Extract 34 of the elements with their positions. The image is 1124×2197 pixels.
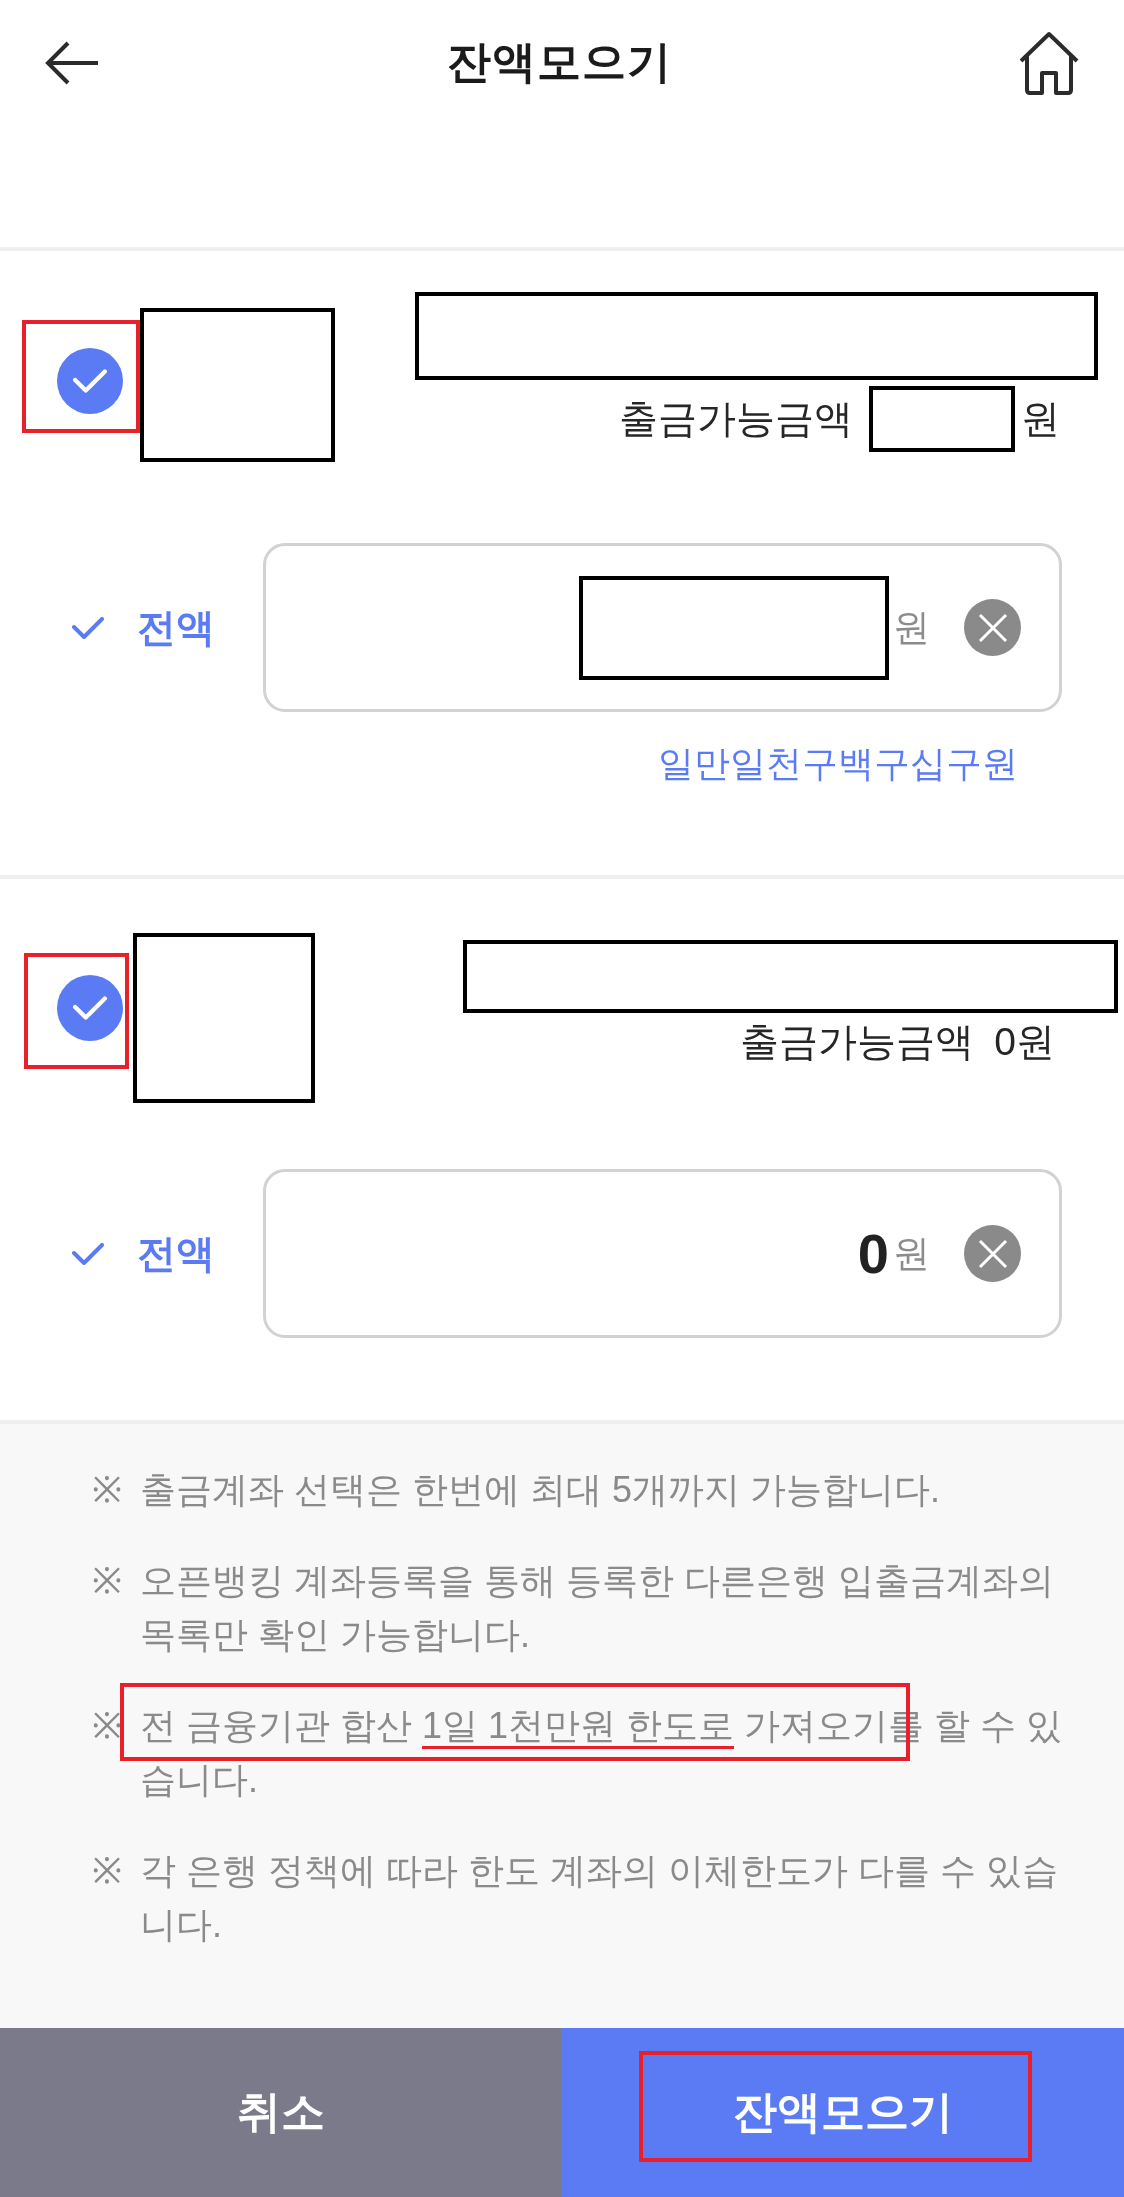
- available-amount: 0원: [994, 1019, 1055, 1065]
- clear-button[interactable]: [964, 599, 1021, 656]
- currency-unit: 원: [893, 605, 930, 650]
- check-icon: [73, 996, 107, 1020]
- check-icon: [72, 616, 104, 639]
- amount-in-words: 일만일천구백구십구원: [658, 743, 1018, 784]
- check-icon: [73, 369, 107, 393]
- cancel-button[interactable]: 취소: [0, 2028, 561, 2197]
- page-title: 잔액모으기: [446, 36, 672, 88]
- currency-unit: 원: [893, 1231, 930, 1276]
- home-button[interactable]: [1018, 30, 1080, 95]
- note-text: 출금계좌 선택은 한번에 최대 5개까지 가능합니다.: [140, 1468, 942, 1512]
- amount-value: 0: [857, 1222, 889, 1285]
- note-mark: ※: [92, 1849, 123, 1893]
- full-amount-toggle[interactable]: 전액: [72, 1226, 222, 1281]
- home-icon: [1018, 30, 1080, 95]
- close-icon: [977, 1238, 1008, 1269]
- back-button[interactable]: [44, 39, 100, 86]
- note-text: 오픈뱅킹 계좌등록을 통해 등록한 다른은행 입출금계좌의 목록만 확인 가능합니다.: [140, 1559, 1055, 1657]
- clear-button[interactable]: [964, 1225, 1021, 1282]
- note-text: 각 은행 정책에 따라 한도 계좌의 이체한도가 다를 수 있습니다.: [140, 1849, 1060, 1947]
- collect-balance-button[interactable]: 잔액모으기: [561, 2028, 1124, 2197]
- back-arrow-icon: [44, 39, 100, 86]
- currency-unit: 원: [1021, 396, 1060, 442]
- available-amount-label: 출금가능금액: [740, 1019, 975, 1065]
- full-amount-toggle[interactable]: 전액: [72, 600, 222, 655]
- available-amount-label: 출금가능금액: [619, 396, 853, 442]
- amount-field[interactable]: 0 원: [263, 1169, 1062, 1338]
- note-mark: ※: [92, 1468, 123, 1512]
- amount-field[interactable]: 원: [263, 543, 1062, 712]
- note-mark: ※: [92, 1559, 123, 1603]
- note-mark: ※: [92, 1704, 123, 1748]
- check-icon: [72, 1242, 104, 1265]
- close-icon: [977, 612, 1008, 643]
